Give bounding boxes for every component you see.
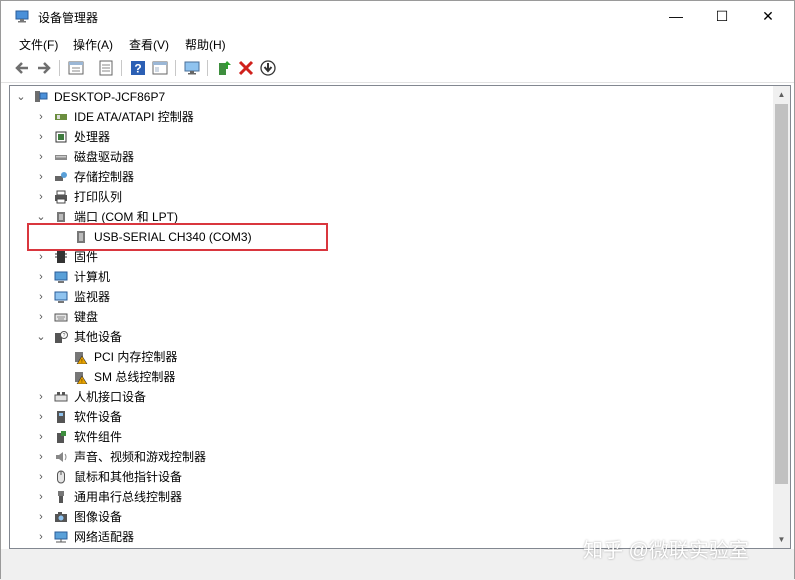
tree-item-label: 键盘 [74, 310, 99, 324]
network-icon [54, 531, 68, 543]
download-icon[interactable] [259, 59, 277, 77]
chevron-right-icon[interactable]: › [36, 467, 46, 487]
chevron-right-icon[interactable]: › [36, 187, 46, 207]
chevron-right-icon[interactable]: › [36, 127, 46, 147]
chevron-right-icon[interactable]: › [36, 307, 46, 327]
back-icon[interactable] [13, 59, 31, 77]
scroll-thumb[interactable] [775, 104, 788, 484]
mouse-icon [57, 470, 65, 484]
device-manager-app-icon [15, 10, 29, 23]
warning-device-icon: ! [75, 372, 88, 384]
computer-icon [35, 91, 48, 102]
chevron-right-icon[interactable]: › [36, 387, 46, 407]
title-bar[interactable]: 设备管理器 — ☐ ✕ [1, 1, 794, 32]
uninstall-icon[interactable] [237, 59, 255, 77]
list-icon[interactable] [97, 59, 115, 77]
help-icon[interactable]: ? [129, 59, 147, 77]
ide-controller-icon [55, 114, 67, 120]
svg-text:!: ! [81, 379, 82, 384]
tree-item-label: 打印队列 [74, 190, 123, 204]
tree-root-label: DESKTOP-JCF86P7 [54, 90, 166, 104]
software-component-icon [57, 431, 66, 443]
properties-icon[interactable] [67, 59, 85, 77]
chevron-right-icon[interactable]: › [36, 267, 46, 287]
toolbar-separator [207, 60, 208, 76]
scroll-down-arrow-icon[interactable]: ▼ [773, 531, 790, 548]
sound-icon [56, 452, 67, 462]
chevron-right-icon[interactable]: › [36, 167, 46, 187]
tree-item-label: 计算机 [74, 270, 111, 284]
vertical-scrollbar[interactable]: ▲ ▼ [773, 86, 790, 548]
storage-controller-icon [55, 172, 67, 181]
chevron-right-icon[interactable]: › [36, 527, 46, 547]
tree-item-label: 存储控制器 [74, 170, 135, 184]
tree-item-label: 通用串行总线控制器 [74, 490, 183, 504]
chevron-right-icon[interactable]: › [36, 447, 46, 467]
chevron-right-icon[interactable]: › [36, 147, 46, 167]
tree-item-label: 鼠标和其他指针设备 [74, 470, 183, 484]
chevron-right-icon[interactable]: › [36, 107, 46, 127]
disk-drive-icon [55, 155, 67, 160]
chevron-down-icon[interactable]: ⌄ [16, 87, 26, 107]
tree-item-label: 图像设备 [74, 510, 123, 524]
usb-icon [58, 491, 64, 503]
toolbar-separator [59, 60, 60, 76]
camera-icon [55, 512, 67, 522]
chevron-right-icon[interactable]: › [36, 287, 46, 307]
svg-text:!: ! [81, 359, 82, 364]
tree-item-label: 处理器 [74, 130, 111, 144]
scroll-up-arrow-icon[interactable]: ▲ [773, 86, 790, 103]
device-tree[interactable]: ⌄ DESKTOP-JCF86P7 › IDE ATA/ATAPI 控制器 › … [9, 85, 791, 549]
close-button[interactable]: ✕ [745, 1, 791, 32]
watermark-text: 知乎 @微联实验室 [583, 540, 749, 562]
monitor-scan-icon[interactable] [183, 59, 201, 77]
chevron-right-icon[interactable]: › [36, 507, 46, 527]
port-icon [57, 212, 65, 222]
printer-icon [55, 190, 67, 204]
keyboard-icon [54, 313, 68, 322]
menu-bar: 文件(F) 操作(A) 查看(V) 帮助(H) [1, 32, 794, 54]
chevron-down-icon[interactable]: ⌄ [36, 327, 46, 347]
svg-text:?: ? [134, 62, 141, 76]
tree-item-label: 网络适配器 [74, 530, 135, 544]
forward-icon[interactable] [35, 59, 53, 77]
highlight-annotation-box [27, 223, 328, 251]
menu-help[interactable]: 帮助(H) [185, 36, 226, 53]
computer-icon [54, 271, 68, 283]
chevron-right-icon[interactable]: › [36, 487, 46, 507]
other-devices-icon: ? [55, 331, 68, 343]
tree-item-label: 软件设备 [74, 410, 123, 424]
monitor-icon [54, 291, 68, 303]
view-icon[interactable] [151, 59, 169, 77]
software-device-icon [57, 411, 65, 423]
tree-child-label: SM 总线控制器 [94, 370, 176, 384]
minimize-button[interactable]: — [653, 1, 699, 32]
device-manager-window: 设备管理器 — ☐ ✕ 文件(F) 操作(A) 查看(V) 帮助(H) ? ⌄ … [0, 0, 795, 580]
processor-icon [55, 131, 67, 143]
svg-text:?: ? [63, 333, 66, 339]
toolbar-separator [175, 60, 176, 76]
window-title: 设备管理器 [38, 11, 99, 25]
tree-item-label: 监视器 [74, 290, 111, 304]
tree-item-label: 其他设备 [74, 330, 123, 344]
menu-view[interactable]: 查看(V) [129, 36, 169, 53]
hid-icon [54, 392, 68, 402]
toolbar-separator [121, 60, 122, 76]
chevron-right-icon[interactable]: › [36, 427, 46, 447]
tree-item-label: 软件组件 [74, 430, 123, 444]
maximize-button[interactable]: ☐ [699, 1, 745, 32]
menu-file[interactable]: 文件(F) [19, 36, 58, 53]
menu-action[interactable]: 操作(A) [73, 36, 113, 53]
update-driver-icon[interactable] [215, 59, 233, 77]
firmware-icon [55, 251, 67, 263]
toolbar: ? [1, 54, 794, 83]
tree-item-label: 声音、视频和游戏控制器 [74, 450, 207, 464]
warning-device-icon: ! [75, 352, 88, 364]
tree-item-label: IDE ATA/ATAPI 控制器 [74, 110, 194, 124]
chevron-right-icon[interactable]: › [36, 407, 46, 427]
tree-item-label: 人机接口设备 [74, 390, 147, 404]
tree-item-label: 磁盘驱动器 [74, 150, 135, 164]
tree-child-label: PCI 内存控制器 [94, 350, 178, 364]
